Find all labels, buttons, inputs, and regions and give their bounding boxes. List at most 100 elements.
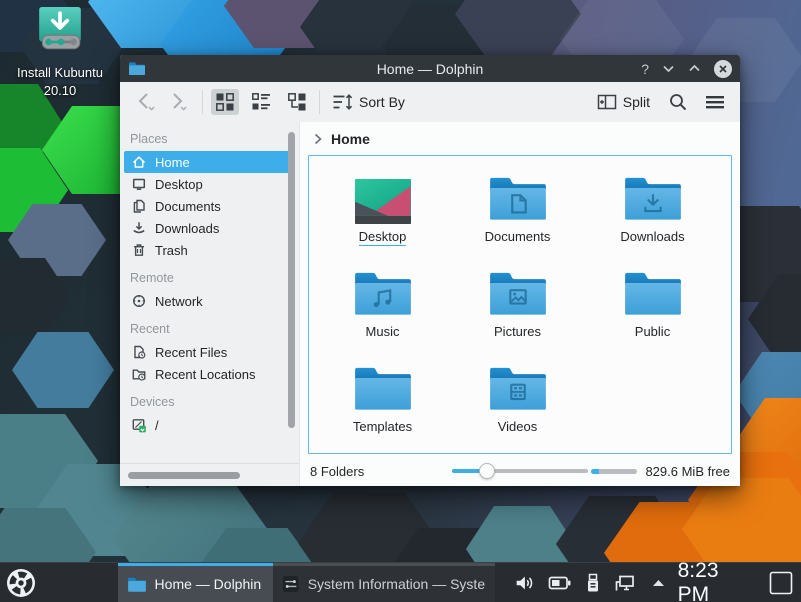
show-desktop-button[interactable] xyxy=(767,563,795,602)
sidebar-item-recent-locations[interactable]: Recent Locations xyxy=(124,363,295,385)
downloads-icon xyxy=(131,220,147,236)
wallpaper-hexagon xyxy=(12,332,114,408)
help-button[interactable]: ? xyxy=(641,62,649,76)
folder-label: Downloads xyxy=(620,229,684,245)
folder-item-videos[interactable]: Videos xyxy=(450,358,585,453)
folder-downloads-icon xyxy=(622,174,684,224)
sort-by-button[interactable]: Sort By xyxy=(328,89,409,115)
folder-documents-icon xyxy=(487,174,549,224)
sidebar-item-documents[interactable]: Documents xyxy=(124,195,295,217)
icons-view-button[interactable] xyxy=(211,89,239,115)
toolbar-separator xyxy=(202,90,203,114)
folder-icon xyxy=(127,576,147,593)
folder-label: Pictures xyxy=(494,324,541,340)
folder-label: Templates xyxy=(353,419,412,435)
desktop-icon xyxy=(131,176,147,192)
folder-item-downloads[interactable]: Downloads xyxy=(585,168,720,263)
folder-item-documents[interactable]: Documents xyxy=(450,168,585,263)
split-button[interactable]: Split xyxy=(593,89,654,115)
task-dolphin[interactable]: Home — Dolphin xyxy=(118,563,274,602)
desktop: Install Kubuntu 20.10 Home — Dolphin ? xyxy=(0,0,801,602)
folder-item-public[interactable]: Public xyxy=(585,263,720,358)
minimize-button[interactable] xyxy=(662,64,675,73)
folder-pictures-icon xyxy=(487,269,549,319)
main-view: Home Desktop xyxy=(300,122,740,486)
sidebar-vertical-scrollbar[interactable] xyxy=(288,132,295,428)
details-view-button[interactable] xyxy=(283,89,311,115)
items-count: 8 Folders xyxy=(310,464,364,479)
sort-icon xyxy=(332,92,353,112)
details-view-icon xyxy=(287,92,307,112)
statusbar: 8 Folders 829.6 MiB free xyxy=(300,456,740,486)
folder-item-music[interactable]: Music xyxy=(315,263,450,358)
breadcrumb-location[interactable]: Home xyxy=(331,131,370,147)
dolphin-window: Home — Dolphin ? xyxy=(120,55,740,486)
back-icon xyxy=(134,91,158,113)
close-icon xyxy=(718,64,728,74)
network-icon[interactable] xyxy=(614,572,638,594)
split-icon xyxy=(597,92,617,112)
folder-item-templates[interactable]: Templates xyxy=(315,358,450,453)
folder-label: Videos xyxy=(498,419,538,435)
sort-by-label: Sort By xyxy=(359,94,405,110)
breadcrumb-chevron-icon xyxy=(313,133,323,145)
close-button[interactable] xyxy=(714,60,732,78)
toolbar-separator xyxy=(319,90,320,114)
folder-label: Music xyxy=(366,324,400,340)
folder-plain-icon xyxy=(622,269,684,319)
sidebar-horizontal-scrollbar[interactable] xyxy=(128,472,240,479)
folder-item-pictures[interactable]: Pictures xyxy=(450,263,585,358)
titlebar[interactable]: Home — Dolphin ? xyxy=(120,55,740,82)
maximize-button[interactable] xyxy=(688,64,701,73)
sidebar-item-trash[interactable]: Trash xyxy=(124,239,295,261)
documents-icon xyxy=(131,198,147,214)
system-tray xyxy=(513,563,666,602)
menu-button[interactable] xyxy=(700,89,730,115)
folder-item-desktop[interactable]: Desktop xyxy=(315,168,450,263)
shortcut-label: Install Kubuntu 20.10 xyxy=(8,64,112,99)
split-label: Split xyxy=(623,94,650,110)
sidebar-item-desktop[interactable]: Desktop xyxy=(124,173,295,195)
sidebar-item-recent-files[interactable]: Recent Files xyxy=(124,341,295,363)
folder-view[interactable]: Desktop Documents xyxy=(308,155,732,454)
search-button[interactable] xyxy=(664,89,692,115)
breadcrumb[interactable]: Home xyxy=(300,122,740,155)
sidebar-item-downloads[interactable]: Downloads xyxy=(124,217,295,239)
section-header-devices: Devices xyxy=(130,395,289,409)
back-button[interactable] xyxy=(130,88,162,116)
usb-device-icon[interactable] xyxy=(585,572,601,594)
compact-view-button[interactable] xyxy=(247,89,275,115)
application-launcher-button[interactable] xyxy=(0,563,42,602)
install-kubuntu-icon xyxy=(35,6,85,56)
icons-view-icon xyxy=(215,92,235,112)
taskbar: Home — Dolphin System Information — Syst… xyxy=(0,562,801,602)
zoom-slider[interactable] xyxy=(452,463,588,479)
install-kubuntu-shortcut[interactable]: Install Kubuntu 20.10 xyxy=(8,6,112,99)
clock[interactable]: 8:23 PM xyxy=(678,563,753,602)
slider-handle[interactable] xyxy=(479,463,495,479)
task-system-information[interactable]: System Information — System ... xyxy=(273,563,494,602)
sidebar-item-home[interactable]: Home xyxy=(124,151,295,173)
search-icon xyxy=(668,92,688,112)
disk-capacity-bar xyxy=(591,469,637,474)
desktop-wallpaper-preview-icon xyxy=(355,179,411,224)
expand-tray-arrow-icon[interactable] xyxy=(651,577,666,589)
forward-button[interactable] xyxy=(162,88,194,116)
root-drive-icon xyxy=(131,417,147,433)
folder-label: Desktop xyxy=(359,229,407,246)
sidebar-item-network[interactable]: Network xyxy=(124,290,295,312)
volume-icon[interactable] xyxy=(513,572,535,594)
hamburger-menu-icon xyxy=(704,92,726,112)
sidebar-item-root[interactable]: / xyxy=(124,414,295,436)
recent-files-icon xyxy=(131,344,147,360)
folder-label: Public xyxy=(635,324,670,340)
kinfocenter-icon xyxy=(282,574,299,594)
battery-icon[interactable] xyxy=(548,572,572,594)
kubuntu-logo-icon xyxy=(5,567,37,599)
sidebar-separator xyxy=(120,463,299,464)
toolbar: Sort By Split xyxy=(120,82,740,122)
free-space-label: 829.6 MiB free xyxy=(645,464,730,479)
window-folder-icon xyxy=(128,61,146,76)
section-header-places: Places xyxy=(130,132,289,146)
trash-icon xyxy=(131,242,147,258)
